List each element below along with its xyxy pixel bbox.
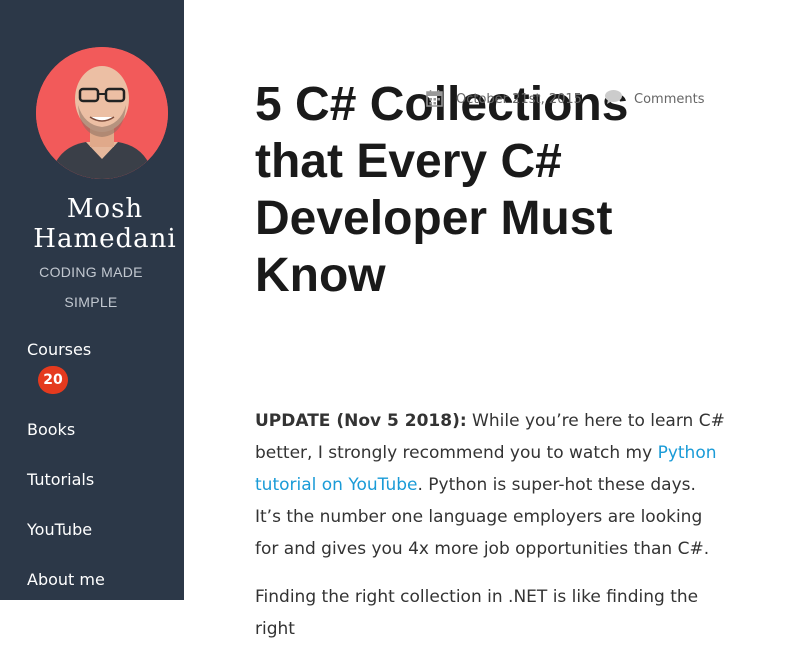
tagline-line2: SIMPLE [64,294,118,310]
calendar-icon [426,90,443,107]
sidebar: Mosh Hamedani CODING MADE SIMPLE Courses… [0,0,184,600]
nav-item-youtube[interactable]: YouTube [27,520,92,539]
comments-link[interactable]: Comments [634,92,704,107]
site-name-line2: Hamedani [33,224,177,254]
nav-item-tutorials[interactable]: Tutorials [27,470,94,489]
nav-item-about-me[interactable]: About me [27,570,105,589]
author-avatar[interactable] [36,47,168,179]
site-name[interactable]: Mosh Hamedani [0,194,210,254]
update-label: UPDATE (Nov 5 2018): [255,411,467,431]
comment-icon [605,90,622,104]
tagline: CODING MADE SIMPLE [14,257,168,317]
nav-item-courses[interactable]: Courses [27,340,91,359]
tagline-line1: CODING MADE [39,264,143,280]
site-name-line1: Mosh [66,194,144,224]
nav-item-books[interactable]: Books [27,420,75,439]
post-date-text: October 21st, 2015 [456,92,582,107]
intro-paragraph: Finding the right collection in .NET is … [255,587,699,639]
post-title: 5 C# Collections that Every C# Developer… [255,78,629,302]
courses-count-badge: 20 [38,366,68,394]
update-paragraph: UPDATE (Nov 5 2018): While you’re here t… [255,405,725,565]
post-body: UPDATE (Nov 5 2018): While you’re here t… [255,405,725,661]
